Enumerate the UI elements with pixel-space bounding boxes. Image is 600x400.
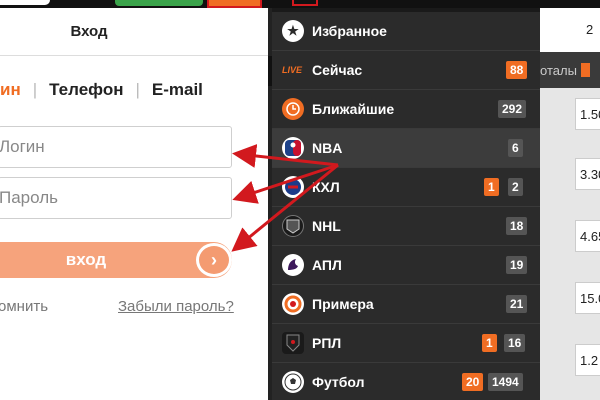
odds-panel: 2 оталы 1.50 3.30 4.65 15.0 1.2 — [540, 8, 600, 400]
menu-item-rpl[interactable]: РПЛ 1 16 — [272, 324, 540, 363]
laliga-logo-icon — [282, 293, 304, 315]
menu-item-label: Сейчас — [312, 62, 363, 78]
top-bar-green-button[interactable] — [115, 0, 203, 6]
menu-item-football[interactable]: Футбол 20 1494 — [272, 363, 540, 400]
menu-item-label: Ближайшие — [312, 101, 395, 117]
live-count-badge: 20 — [462, 373, 484, 391]
odds-filter-strip: оталы — [540, 52, 600, 88]
odds-cell[interactable]: 4.65 — [575, 220, 600, 252]
menu-item-label: Избранное — [312, 23, 387, 39]
top-bar — [0, 0, 600, 8]
login-input-placeholder: Логин — [0, 137, 45, 156]
menu-item-label: КХЛ — [312, 179, 340, 195]
menu-item-live[interactable]: LIVE Сейчас 88 — [272, 51, 540, 90]
top-bar-highlight-frame — [292, 0, 318, 6]
login-tabs: ин | Телефон | E-mail — [0, 78, 203, 102]
nba-logo-icon — [282, 137, 304, 159]
login-button-label: Вход — [65, 250, 107, 269]
menu-item-favorites[interactable]: ★ Избранное — [272, 12, 540, 51]
menu-item-nhl[interactable]: NHL 18 — [272, 207, 540, 246]
menu-item-label: РПЛ — [312, 335, 342, 351]
login-panel: Вход ин | Телефон | E-mail Логин Пароль … — [0, 8, 268, 400]
tab-separator: | — [32, 80, 38, 99]
odds-filter-label[interactable]: оталы — [540, 63, 577, 78]
count-badge: 18 — [506, 217, 528, 235]
odds-filter-badge — [580, 63, 590, 77]
chevron-right-icon[interactable]: › — [196, 243, 232, 277]
remember-me-label[interactable]: омнить — [0, 298, 48, 315]
count-badge: 16 — [504, 334, 526, 352]
odds-header: 2 — [540, 8, 600, 52]
live-icon: LIVE — [281, 65, 302, 75]
login-title-text: Вход — [70, 23, 108, 40]
odds-cell[interactable]: 1.2 — [575, 344, 600, 376]
football-icon — [282, 371, 304, 393]
tab-phone[interactable]: Телефон — [49, 80, 123, 100]
odds-cell[interactable]: 1.50 — [575, 98, 600, 130]
odds-cell[interactable]: 3.30 — [575, 158, 600, 190]
top-bar-orange-button[interactable] — [207, 0, 262, 8]
rpl-logo-icon — [282, 332, 304, 354]
forgot-password-link[interactable]: Забыли пароль? — [118, 298, 234, 315]
menu-item-nba[interactable]: NBA 6 — [272, 129, 540, 168]
tab-email[interactable]: E-mail — [152, 80, 203, 100]
sports-menu: ★ Избранное LIVE Сейчас 88 Ближайшие 292… — [272, 12, 540, 400]
count-badge: 6 — [508, 139, 523, 157]
menu-item-epl[interactable]: АПЛ 19 — [272, 246, 540, 285]
count-badge: 292 — [498, 100, 527, 118]
epl-logo-icon — [282, 254, 304, 276]
tab-separator: | — [135, 80, 140, 99]
menu-item-label: АПЛ — [312, 257, 342, 273]
login-title: Вход — [0, 8, 268, 56]
login-input[interactable]: Логин — [0, 126, 232, 168]
menu-item-khl[interactable]: КХЛ 1 2 — [272, 168, 540, 207]
menu-item-label: Футбол — [312, 374, 365, 390]
menu-item-label: NHL — [312, 218, 341, 234]
count-badge: 2 — [508, 178, 523, 196]
password-input[interactable]: Пароль — [0, 177, 232, 219]
menu-item-label: Примера — [312, 296, 374, 312]
clock-icon — [282, 98, 304, 120]
star-icon: ★ — [282, 20, 304, 42]
live-count-badge: 1 — [484, 178, 499, 196]
nhl-logo-icon — [282, 215, 304, 237]
menu-item-label: NBA — [312, 140, 343, 156]
menu-item-primera[interactable]: Примера 21 — [272, 285, 540, 324]
top-bar-logo-fragment — [0, 0, 50, 5]
odds-cell[interactable]: 15.0 — [575, 282, 600, 314]
count-badge: 21 — [506, 295, 528, 313]
menu-item-upcoming[interactable]: Ближайшие 292 — [272, 90, 540, 129]
khl-logo-icon — [282, 176, 304, 198]
password-input-placeholder: Пароль — [0, 188, 58, 207]
count-badge: 1494 — [488, 373, 523, 391]
tab-login[interactable]: ин — [0, 80, 21, 100]
live-count-badge: 1 — [482, 334, 497, 352]
count-badge: 19 — [506, 256, 528, 274]
count-badge: 88 — [506, 61, 528, 79]
